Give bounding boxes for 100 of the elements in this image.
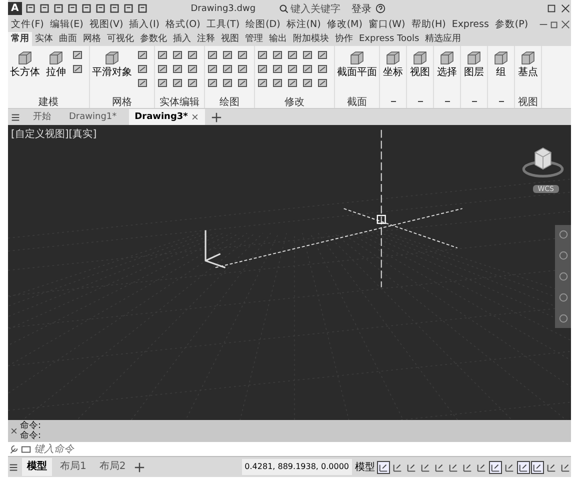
tool-icon[interactable] xyxy=(287,77,299,89)
panel-title[interactable]: 视图 xyxy=(518,94,538,108)
tool-icon[interactable] xyxy=(187,77,199,89)
tool-icon[interactable] xyxy=(317,77,329,89)
panel-title[interactable]: 实体编辑 xyxy=(160,94,200,108)
toolbar-icon[interactable] xyxy=(80,3,92,14)
tool-icon[interactable] xyxy=(317,63,329,75)
tool-icon[interactable] xyxy=(257,63,269,75)
ribbon-tool-button[interactable]: 坐标 xyxy=(382,49,404,95)
ribbon-tool-button[interactable]: 平滑对象 xyxy=(92,49,132,95)
document-tab[interactable]: Drawing1* xyxy=(63,109,123,125)
tool-icon[interactable] xyxy=(302,63,314,75)
document-tab[interactable]: Drawing3* xyxy=(128,109,205,125)
toolbar-icon[interactable] xyxy=(136,3,148,14)
status-toggle-icon[interactable] xyxy=(518,462,529,472)
tool-icon[interactable] xyxy=(207,49,219,61)
tool-icon[interactable] xyxy=(237,49,249,61)
close-icon[interactable] xyxy=(190,113,199,121)
menu-item[interactable]: 格式(O) xyxy=(162,18,204,31)
tool-icon[interactable] xyxy=(287,63,299,75)
ribbon-tab[interactable]: Express Tools xyxy=(356,32,422,46)
ribbon-tab[interactable]: 实体 xyxy=(32,32,56,46)
tool-icon[interactable] xyxy=(137,77,149,89)
status-toggle-icon[interactable] xyxy=(406,462,417,472)
status-toggle-icon[interactable] xyxy=(476,462,487,472)
panel-title[interactable]: 网格 xyxy=(112,94,132,108)
tool-icon[interactable] xyxy=(257,77,269,89)
ribbon-tab[interactable]: 常用 xyxy=(8,32,32,46)
status-toggle-icon[interactable] xyxy=(490,462,501,472)
menu-icon[interactable] xyxy=(10,112,21,122)
close-icon[interactable] xyxy=(560,19,571,30)
toolbar-icon[interactable] xyxy=(66,3,78,14)
tool-icon[interactable] xyxy=(157,63,169,75)
tool-icon[interactable] xyxy=(207,77,219,89)
status-toggle-icon[interactable] xyxy=(378,462,389,472)
tool-icon[interactable] xyxy=(172,63,184,75)
document-tab[interactable]: 开始 xyxy=(27,109,57,125)
tool-icon[interactable] xyxy=(302,77,314,89)
menu-item[interactable]: 绘图(D) xyxy=(242,18,284,31)
tool-icon[interactable] xyxy=(207,63,219,75)
menu-item[interactable]: 插入(I) xyxy=(126,18,162,31)
ribbon-tool-button[interactable]: 图层 xyxy=(463,49,485,95)
tool-icon[interactable] xyxy=(157,49,169,61)
menu-item[interactable]: 参数(P) xyxy=(492,18,532,31)
tool-icon[interactable] xyxy=(222,63,234,75)
ribbon-tool-button[interactable]: 选择 xyxy=(436,49,458,95)
close-icon[interactable] xyxy=(10,427,18,435)
ribbon-tool-button[interactable]: 截面平面 xyxy=(337,49,377,95)
status-toggle-icon[interactable] xyxy=(560,462,571,472)
ribbon-tool-button[interactable]: 组 xyxy=(490,49,512,95)
menu-item[interactable]: 窗口(W) xyxy=(365,18,408,31)
tool-icon[interactable] xyxy=(257,49,269,61)
menu-item[interactable]: 标注(N) xyxy=(283,18,324,31)
status-toggle-icon[interactable] xyxy=(462,462,473,472)
add-layout-icon[interactable] xyxy=(134,462,145,472)
toolbar-icon[interactable] xyxy=(94,3,106,14)
tool-icon[interactable] xyxy=(317,49,329,61)
viewport-label[interactable]: [自定义视图][真实] xyxy=(11,127,97,141)
menu-icon[interactable] xyxy=(8,462,19,472)
toolbar-icon[interactable] xyxy=(122,3,134,14)
panel-title[interactable]: 建模 xyxy=(38,94,58,108)
ribbon-tab[interactable]: 可视化 xyxy=(104,32,137,46)
tool-icon[interactable] xyxy=(187,63,199,75)
close-icon[interactable] xyxy=(560,3,571,14)
menu-item[interactable]: 修改(M) xyxy=(324,18,366,31)
tool-icon[interactable] xyxy=(72,63,84,75)
tool-icon[interactable] xyxy=(137,49,149,61)
layout-tab[interactable]: 布局2 xyxy=(94,458,131,476)
panel-title[interactable]: 截面 xyxy=(347,94,367,108)
status-toggle-icon[interactable] xyxy=(420,462,431,472)
toolbar-icon[interactable] xyxy=(108,3,120,14)
ribbon-tab[interactable]: 附加模块 xyxy=(290,32,332,46)
toolbar-icon[interactable] xyxy=(38,3,50,14)
menu-item[interactable]: 帮助(H) xyxy=(408,18,449,31)
ribbon-tab[interactable]: 插入 xyxy=(170,32,194,46)
menu-item[interactable]: 工具(T) xyxy=(203,18,243,31)
wrench-icon[interactable] xyxy=(8,444,19,454)
ribbon-tool-button[interactable]: 长方体 xyxy=(10,49,40,95)
ribbon-tab[interactable]: 管理 xyxy=(242,32,266,46)
ribbon-tool-button[interactable]: 视图 xyxy=(409,49,431,95)
tool-icon[interactable] xyxy=(187,49,199,61)
menu-item[interactable]: 编辑(E) xyxy=(46,18,86,31)
restore-icon[interactable] xyxy=(549,19,560,30)
panel-title[interactable]: 修改 xyxy=(284,94,304,108)
tool-icon[interactable] xyxy=(237,77,249,89)
status-toggle-icon[interactable] xyxy=(546,462,557,472)
layout-tab[interactable]: 模型 xyxy=(22,458,52,476)
app-menu-button[interactable]: A xyxy=(8,2,22,15)
prompt-icon[interactable] xyxy=(21,444,32,454)
tool-icon[interactable] xyxy=(302,49,314,61)
help-icon[interactable] xyxy=(374,3,386,14)
tool-icon[interactable] xyxy=(172,49,184,61)
tool-icon[interactable] xyxy=(272,49,284,61)
ribbon-tab[interactable]: 精选应用 xyxy=(422,32,464,46)
tool-icon[interactable] xyxy=(222,77,234,89)
ribbon-tab[interactable]: 曲面 xyxy=(56,32,80,46)
toolbar-icon[interactable] xyxy=(52,3,64,14)
tool-icon[interactable] xyxy=(272,77,284,89)
ribbon-tool-button[interactable]: 拉伸 xyxy=(45,49,67,95)
space-button[interactable]: 模型 xyxy=(355,460,375,474)
